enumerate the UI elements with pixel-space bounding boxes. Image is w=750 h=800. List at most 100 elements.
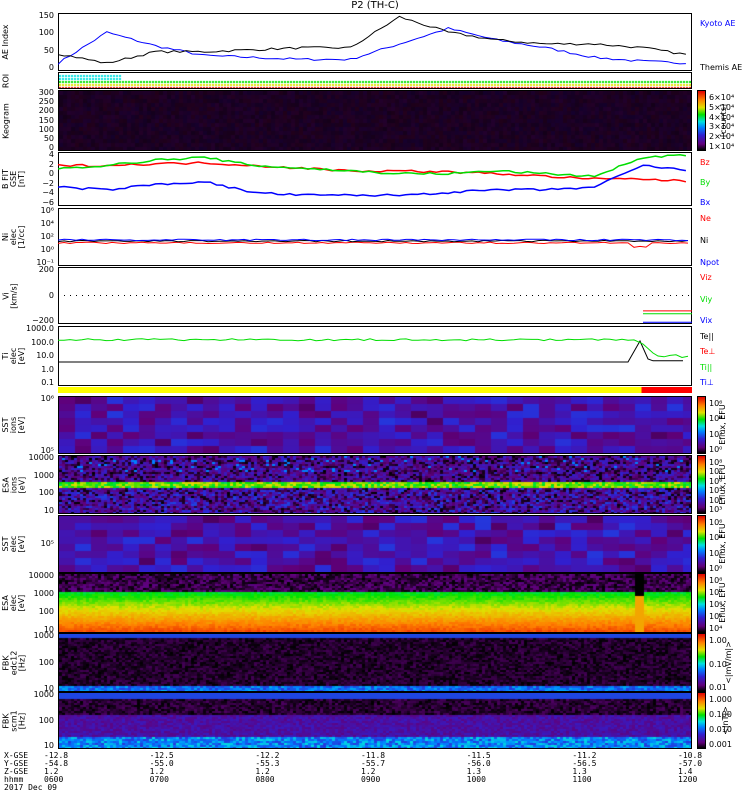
ytick-label: 50 [43, 45, 54, 55]
legend-npot: Npot [700, 258, 720, 267]
ytick-label: 1.0 [41, 364, 54, 374]
ytick-label: 1000 [33, 690, 54, 699]
ytick-label: 1000 [33, 589, 54, 598]
themis-summary-plot: P2 (TH-C) AE Index 150 100 50 0 Kyoto AE Themi… [0, 0, 750, 800]
ytick-label: −4 [42, 188, 54, 198]
ylabel-roi: ROI [1, 73, 10, 88]
ytick-label: 10⁵ [40, 539, 54, 548]
colorbar-unit: <|nT|> [721, 705, 731, 735]
series-line-npot [58, 238, 689, 242]
ytick-label: 100.0 [31, 337, 54, 347]
ytick-label: 100 [38, 715, 54, 725]
colorbar-fbk-edc12 [697, 633, 706, 692]
colorbar-tick: 10⁴ [709, 624, 723, 633]
series-line-ti- [58, 338, 689, 359]
spectrogram-sst-elec [59, 516, 691, 572]
series-line-ne [58, 241, 689, 248]
legend-ti-: Ti|| [700, 362, 713, 372]
ytick-label: 2 [48, 159, 54, 169]
colorbar-unit: [counts] [718, 103, 728, 137]
colorbar-unit: Eflux, EFU [717, 404, 727, 445]
colorbar-esa-elec [697, 573, 706, 633]
ytick-label: 0 [48, 169, 54, 179]
ytick-label: 4 [48, 150, 54, 159]
footer-value: 1200 [678, 775, 698, 784]
legend-bx: Bx [700, 198, 711, 207]
spectrogram-fbk-edc12 [59, 634, 691, 691]
series-line-te- [58, 339, 683, 363]
ytick-label: 10000 [28, 571, 54, 580]
ytick-label: −2 [42, 178, 54, 188]
ytick-label: 10000 [28, 453, 54, 462]
ytick-label: 0 [48, 290, 54, 300]
spectrogram-esa-ions [59, 456, 691, 513]
ytick-label: 10 [43, 506, 54, 515]
plot-area-vi [58, 295, 692, 323]
ylabel-esa-elec: ESA elec [eV] [1, 594, 26, 612]
series-line-kyoto-ae [58, 26, 686, 65]
ytick-label: 10⁴ [40, 219, 54, 228]
series-line-by [58, 154, 687, 178]
colorbar-tick: 10³ [709, 505, 723, 514]
colorbar-unit: Eflux, EFU [717, 463, 727, 505]
spectrogram-keogram [59, 91, 691, 150]
legend-ni: Ni [700, 236, 709, 245]
ytick-label: 0 [48, 63, 54, 72]
colorbar-unit: Eflux, EFU [717, 523, 727, 564]
spectrogram-roi [59, 73, 691, 88]
ytick-label: 0.1 [41, 378, 54, 387]
mode-status-bar [58, 387, 692, 393]
legend-themis-ae: Themis AE [700, 63, 743, 72]
legend-by: By [700, 178, 711, 187]
footer-value: 0800 [255, 775, 275, 784]
legend-viz: Viz [700, 273, 712, 282]
ytick-label: 10 [43, 741, 54, 750]
colorbar-tick: 1×10⁴ [709, 142, 735, 151]
ytick-label: 100 [38, 124, 54, 134]
spectrogram-sst-ions [59, 397, 691, 453]
ytick-label: 100 [38, 657, 54, 667]
colorbar-tick: 6×10⁴ [709, 93, 735, 102]
spectrogram-esa-elec [59, 574, 691, 632]
ytick-label: 10² [40, 232, 54, 241]
colorbar-unit: Eflux, EFU [717, 582, 727, 623]
legend-vix: Vix [700, 316, 713, 325]
legend-te-: Te|| [700, 332, 714, 341]
colorbar-tick: 0.001 [709, 740, 732, 749]
colorbar-sst-elec [697, 515, 706, 573]
colorbar-tick: 0.01 [709, 683, 727, 692]
colorbar-esa-ions [697, 455, 706, 514]
legend-bz: Bz [700, 158, 710, 167]
footer-value: 0700 [149, 775, 169, 784]
plot-area-bfit [58, 154, 687, 197]
colorbar-fbk-scm1 [697, 692, 706, 749]
ytick-label: 150 [38, 11, 54, 20]
plot-title: P2 (TH-C) [351, 0, 399, 11]
legend-viy: Viy [700, 294, 713, 304]
footer-value: 0900 [361, 775, 381, 784]
legend-ti-: Ti⊥ [700, 378, 714, 387]
ytick-label: 200 [38, 106, 54, 116]
footer-date: 2017 Dec 09 [4, 783, 57, 792]
ytick-label: 100 [38, 28, 54, 38]
legend-te-: Te⊥ [700, 347, 716, 357]
legend-ne: Ne [700, 214, 711, 223]
colorbar-sst-ions [697, 396, 706, 454]
series-line-themis-ae [58, 15, 687, 64]
ytick-label: 250 [38, 97, 54, 107]
ytick-label: 1000.0 [26, 324, 54, 333]
ytick-label: 1000 [33, 631, 54, 640]
ytick-label: 300 [38, 88, 54, 97]
ytick-label: 150 [38, 115, 54, 125]
ytick-label: 10⁶ [40, 206, 54, 215]
series-line-bx [58, 164, 687, 197]
colorbar-keogram [697, 90, 706, 151]
plot-area-ni [58, 238, 689, 248]
spectrogram-fbk-scm1 [59, 693, 691, 748]
footer-value: 1100 [572, 775, 592, 784]
plot-area-ti [58, 338, 689, 363]
ytick-label: 50 [43, 133, 54, 143]
footer-value: 1000 [466, 775, 486, 784]
plot-area-ae [58, 15, 687, 65]
ytick-label: 10.0 [36, 351, 54, 360]
